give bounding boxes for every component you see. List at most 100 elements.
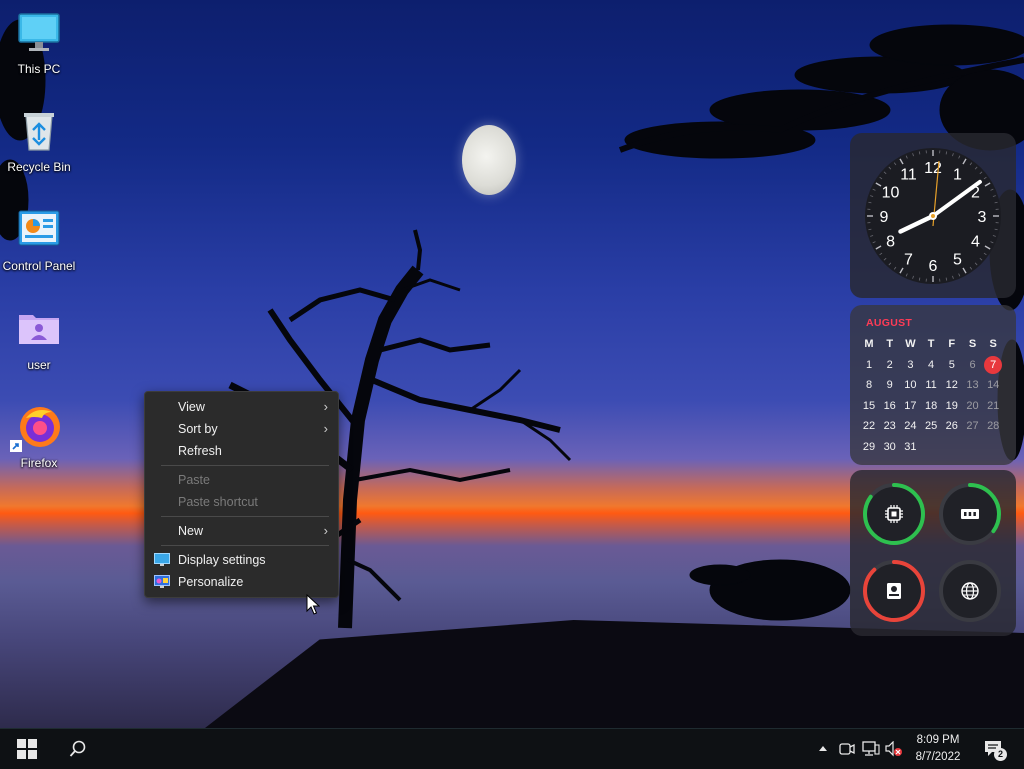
menu-item-sort-by[interactable]: Sort by ›	[145, 419, 338, 439]
menu-item-personalize[interactable]: Personalize	[145, 572, 338, 592]
menu-item-view[interactable]: View ›	[145, 397, 338, 417]
network-icon[interactable]	[862, 741, 880, 757]
chevron-right-icon: ›	[324, 399, 328, 414]
menu-item-display-settings[interactable]: Display settings	[145, 550, 338, 570]
clock-number: 8	[886, 234, 895, 251]
chevron-right-icon: ›	[324, 421, 328, 436]
firefox-icon	[16, 404, 62, 450]
system-gauges	[850, 470, 1016, 636]
analog-clock-face: 121234567891011	[850, 133, 1016, 298]
calendar-day[interactable]: 27	[963, 417, 983, 435]
taskbar-clock[interactable]: 8:09 PM 8/7/2022	[908, 731, 968, 767]
calendar-day[interactable]: 2	[880, 356, 900, 374]
calendar-month-title: AUGUST	[866, 317, 912, 329]
calendar-day[interactable]: 8	[859, 376, 879, 394]
calendar-weekday: M	[859, 335, 879, 353]
desktop-context-menu: View › Sort by › Refresh Paste Paste sho…	[144, 391, 339, 598]
calendar-day[interactable]: 13	[963, 376, 983, 394]
hard-disk-icon	[887, 583, 901, 599]
tray-time: 8:09 PM	[908, 734, 968, 746]
chevron-right-icon: ›	[324, 523, 328, 538]
calendar-day[interactable]: 14	[983, 376, 1003, 394]
calendar-day[interactable]: 12	[942, 376, 962, 394]
calendar-day[interactable]: 15	[859, 397, 879, 415]
notification-center-button[interactable]: 2	[980, 733, 1010, 765]
calendar-day[interactable]: 30	[880, 438, 900, 456]
menu-item-paste-shortcut[interactable]: Paste shortcut	[145, 492, 338, 512]
clock-number: 6	[929, 258, 938, 275]
calendar-day[interactable]: 28	[983, 417, 1003, 435]
calendar-weekday: F	[942, 335, 962, 353]
calendar-day[interactable]: 21	[983, 397, 1003, 415]
menu-item-paste[interactable]: Paste	[145, 470, 338, 490]
desktop-icon-label: Control Panel	[0, 259, 78, 273]
start-button[interactable]	[8, 729, 46, 769]
menu-separator	[161, 545, 329, 546]
calendar-day[interactable]: 1	[859, 356, 879, 374]
calendar-day[interactable]: 26	[942, 417, 962, 435]
calendar-day[interactable]: 9	[880, 376, 900, 394]
clock-number: 4	[971, 234, 980, 251]
clock-number: 5	[953, 251, 962, 268]
calendar-weekday: S	[983, 335, 1003, 353]
clock-number: 11	[900, 167, 917, 184]
desktop-icon-label: Firefox	[0, 456, 78, 470]
calendar-day[interactable]: 19	[942, 397, 962, 415]
chevron-up-icon[interactable]	[818, 744, 828, 752]
personalize-icon	[154, 575, 170, 588]
calendar-day[interactable]: 20	[963, 397, 983, 415]
menu-item-label: Refresh	[178, 444, 222, 458]
calendar-day[interactable]: 25	[921, 417, 941, 435]
calendar-day[interactable]: 16	[880, 397, 900, 415]
search-button[interactable]	[60, 729, 96, 769]
calendar-weekday: S	[963, 335, 983, 353]
calendar-day[interactable]: 10	[900, 376, 920, 394]
calendar-day[interactable]: 6	[963, 356, 983, 374]
camera-icon[interactable]	[839, 742, 855, 756]
mouse-pointer-icon	[306, 594, 320, 616]
system-monitor-widget[interactable]	[850, 470, 1016, 636]
menu-item-refresh[interactable]: Refresh	[145, 441, 338, 461]
calendar-weekday: T	[921, 335, 941, 353]
menu-item-label: Personalize	[178, 575, 243, 589]
clock-number: 7	[904, 251, 913, 268]
menu-item-label: New	[178, 524, 203, 538]
desktop-icon-user[interactable]: user	[0, 306, 78, 372]
desktop-icon-firefox[interactable]: Firefox	[0, 404, 78, 470]
windows-start-icon	[17, 739, 37, 759]
calendar-day[interactable]: 24	[900, 417, 920, 435]
clock-number: 9	[880, 209, 889, 226]
calendar-day-today[interactable]: 7	[984, 356, 1002, 374]
clock-widget[interactable]: 121234567891011	[850, 133, 1016, 298]
desktop-icon-label: This PC	[0, 62, 78, 76]
tray-date: 8/7/2022	[908, 751, 968, 763]
calendar-day[interactable]: 22	[859, 417, 879, 435]
calendar-day[interactable]: 31	[900, 438, 920, 456]
desktop-icon-control-panel[interactable]: Control Panel	[0, 207, 78, 273]
calendar-day[interactable]: 3	[900, 356, 920, 374]
menu-separator	[161, 465, 329, 466]
calendar-weekday: T	[880, 335, 900, 353]
calendar-weekday: W	[900, 335, 920, 353]
desktop-icon-recycle-bin[interactable]: Recycle Bin	[0, 108, 78, 174]
calendar-day[interactable]: 5	[942, 356, 962, 374]
search-icon	[69, 740, 87, 758]
menu-item-new[interactable]: New ›	[145, 521, 338, 541]
calendar-day[interactable]: 29	[859, 438, 879, 456]
menu-item-label: Display settings	[178, 553, 266, 567]
monitor-icon	[16, 10, 62, 56]
calendar-day[interactable]: 11	[921, 376, 941, 394]
calendar-widget[interactable]: AUGUST MTWTFSS12345678910111213141516171…	[850, 305, 1016, 465]
calendar-day[interactable]: 4	[921, 356, 941, 374]
memory-ram-icon	[961, 509, 979, 519]
desktop-icon-label: user	[0, 358, 78, 372]
calendar-day[interactable]: 17	[900, 397, 920, 415]
calendar-day[interactable]: 23	[880, 417, 900, 435]
calendar-day[interactable]: 18	[921, 397, 941, 415]
volume-muted-icon[interactable]	[885, 741, 903, 757]
recycle-bin-icon	[16, 108, 62, 154]
shortcut-arrow-icon	[10, 440, 22, 452]
desktop-icon-this-pc[interactable]: This PC	[0, 10, 78, 76]
menu-item-label: Paste	[178, 473, 210, 487]
taskbar: 8:09 PM 8/7/2022 2	[0, 728, 1024, 769]
